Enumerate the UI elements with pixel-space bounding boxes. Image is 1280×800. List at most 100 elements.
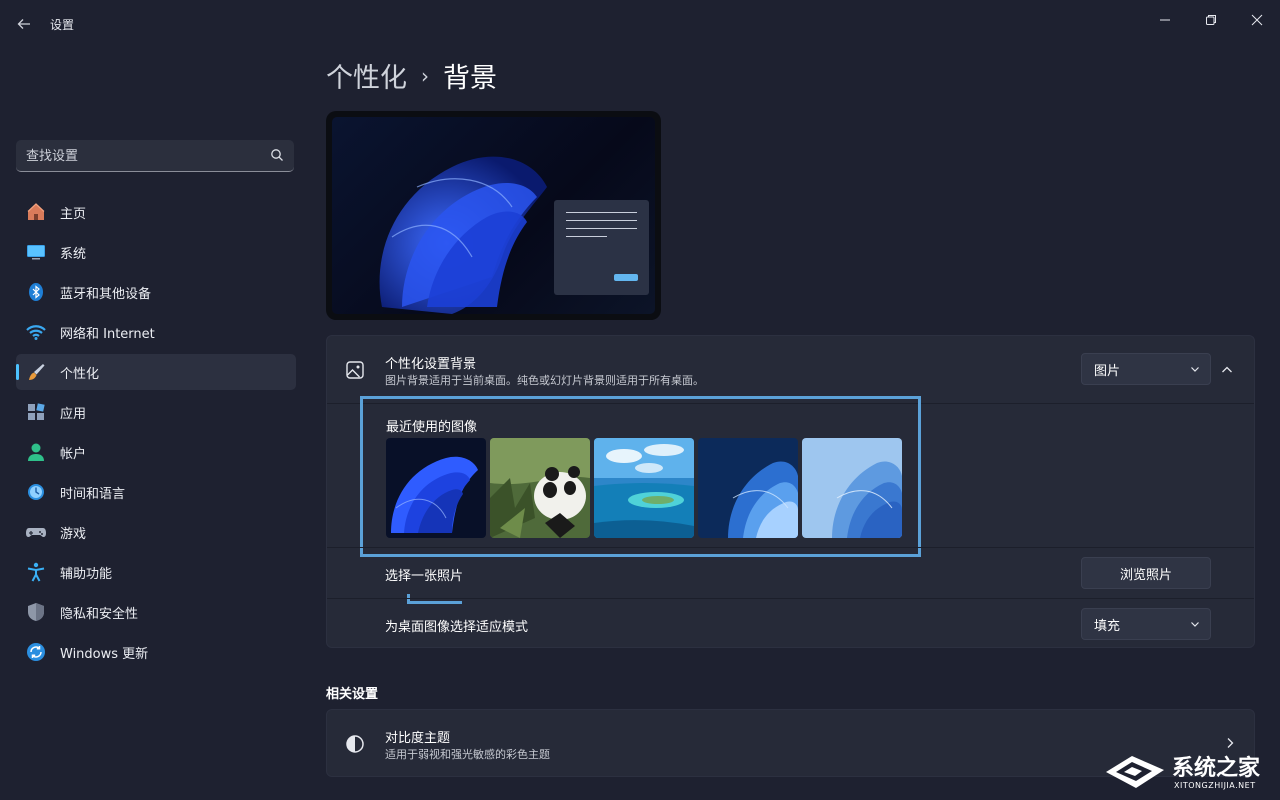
sidebar-nav: 主页 系统 蓝牙和其他设备 网络和 Internet 个性化 应用 帐户 时间和…: [16, 194, 296, 674]
system-display-icon: [25, 241, 47, 263]
recent-images-title: 最近使用的图像: [386, 420, 478, 435]
app-title: 设置: [50, 18, 75, 32]
divider: [327, 598, 1254, 599]
maximize-icon: [1206, 15, 1216, 25]
breadcrumb: 个性化 › 背景: [326, 56, 497, 95]
breadcrumb-separator: ›: [421, 63, 429, 88]
background-title: 个性化设置背景: [385, 357, 477, 372]
sidebar-item-bluetooth[interactable]: 蓝牙和其他设备: [16, 274, 296, 310]
recent-image-bloom-dark[interactable]: [386, 438, 486, 538]
background-settings-card: 个性化设置背景 图片背景适用于当前桌面。纯色或幻灯片背景则适用于所有桌面。 图片…: [326, 335, 1255, 648]
chevron-up-icon: [1222, 366, 1232, 373]
preview-wallpaper: [332, 117, 655, 314]
search-box: [16, 140, 294, 172]
image-icon: [346, 361, 364, 379]
minimize-button[interactable]: [1142, 4, 1188, 36]
sidebar-item-system[interactable]: 系统: [16, 234, 296, 270]
search-input[interactable]: [16, 140, 268, 172]
fit-mode-dropdown[interactable]: 填充: [1081, 608, 1211, 640]
recent-image-ocean[interactable]: [594, 438, 694, 538]
sidebar-item-time-language[interactable]: 时间和语言: [16, 474, 296, 510]
wallpaper-bloom-dark: [386, 438, 486, 538]
chevron-down-icon: [1191, 622, 1199, 627]
chevron-down-icon: [1191, 367, 1199, 372]
sidebar-item-privacy[interactable]: 隐私和安全性: [16, 594, 296, 630]
collapse-button[interactable]: [1215, 358, 1239, 382]
sidebar-item-accessibility[interactable]: 辅助功能: [16, 554, 296, 590]
fit-mode-label: 为桌面图像选择适应模式: [385, 620, 529, 635]
recent-images-highlight: 最近使用的图像: [360, 396, 921, 557]
preview-line: [566, 212, 637, 213]
sidebar-item-label: 个性化: [60, 366, 100, 382]
preview-window-mock: [554, 200, 649, 295]
wallpaper-ocean: [594, 438, 694, 538]
search-icon[interactable]: [270, 148, 284, 162]
sidebar-item-home[interactable]: 主页: [16, 194, 296, 230]
sidebar-item-label: 系统: [60, 246, 87, 262]
home-icon: [25, 201, 47, 223]
title-bar: 设置: [0, 0, 1280, 48]
site-watermark: 系统之家 XITONGZHIJIA.NET: [1102, 744, 1280, 800]
sidebar-item-label: 隐私和安全性: [60, 606, 139, 622]
background-type-dropdown[interactable]: 图片: [1081, 353, 1211, 385]
page-title: 背景: [443, 63, 497, 94]
update-icon: [25, 641, 47, 663]
choose-photo-label: 选择一张照片: [385, 569, 464, 584]
close-icon: [1251, 14, 1263, 26]
divider: [327, 547, 1254, 548]
related-settings-heading: 相关设置: [326, 687, 379, 702]
contrast-themes-title: 对比度主题: [385, 731, 451, 746]
wallpaper-glow-dark: [698, 438, 798, 538]
preview-line: [566, 220, 637, 221]
sidebar-item-label: 游戏: [60, 526, 87, 542]
sidebar-item-label: 网络和 Internet: [60, 326, 155, 342]
watermark-logo-icon: [1106, 756, 1164, 788]
close-button[interactable]: [1234, 4, 1280, 36]
recent-image-glow-light[interactable]: [802, 438, 902, 538]
sidebar-item-accounts[interactable]: 帐户: [16, 434, 296, 470]
browse-photos-button[interactable]: 浏览照片: [1081, 557, 1211, 589]
recent-image-glow-dark[interactable]: [698, 438, 798, 538]
sidebar-item-label: 辅助功能: [60, 566, 113, 582]
gamepad-icon: [25, 521, 47, 543]
desktop-preview: [326, 111, 661, 320]
bluetooth-icon: [25, 281, 47, 303]
sidebar-item-label: 蓝牙和其他设备: [60, 286, 152, 302]
background-type-value: 图片: [1094, 363, 1121, 379]
time-language-icon: [25, 481, 47, 503]
minimize-icon: [1160, 19, 1170, 21]
back-arrow-icon: [17, 19, 30, 29]
watermark-url: XITONGZHIJIA.NET: [1174, 781, 1256, 790]
annotation-marker: [407, 594, 462, 604]
contrast-themes-subtitle: 适用于弱视和强光敏感的彩色主题: [385, 748, 550, 761]
wallpaper-glow-light: [802, 438, 902, 538]
fit-mode-value: 填充: [1094, 618, 1121, 634]
brush-icon: [25, 361, 47, 383]
preview-line: [566, 228, 637, 229]
sidebar-item-apps[interactable]: 应用: [16, 394, 296, 430]
preview-button: [614, 274, 638, 281]
background-subtitle: 图片背景适用于当前桌面。纯色或幻灯片背景则适用于所有桌面。: [385, 374, 704, 387]
sidebar-item-personalization[interactable]: 个性化: [16, 354, 296, 390]
sidebar-item-gaming[interactable]: 游戏: [16, 514, 296, 550]
back-button[interactable]: [10, 10, 38, 38]
wallpaper-panda: [490, 438, 590, 538]
sidebar-item-label: 时间和语言: [60, 486, 126, 502]
shield-icon: [25, 601, 47, 623]
sidebar-item-label: 帐户: [60, 446, 87, 462]
preview-line: [566, 236, 607, 237]
wifi-icon: [25, 321, 47, 343]
sidebar-item-windows-update[interactable]: Windows 更新: [16, 634, 296, 670]
sidebar-item-label: Windows 更新: [60, 646, 149, 662]
watermark-brand: 系统之家: [1172, 756, 1261, 781]
contrast-icon: [346, 735, 364, 753]
accessibility-icon: [25, 561, 47, 583]
account-icon: [25, 441, 47, 463]
maximize-button[interactable]: [1188, 4, 1234, 36]
sidebar-item-label: 应用: [60, 406, 87, 422]
recent-images-list: [386, 438, 902, 538]
apps-icon: [25, 401, 47, 423]
breadcrumb-parent[interactable]: 个性化: [326, 56, 407, 95]
recent-image-panda[interactable]: [490, 438, 590, 538]
sidebar-item-network[interactable]: 网络和 Internet: [16, 314, 296, 350]
